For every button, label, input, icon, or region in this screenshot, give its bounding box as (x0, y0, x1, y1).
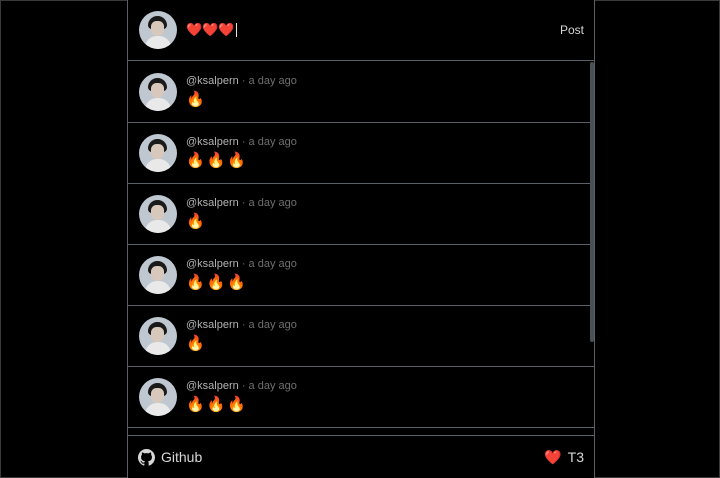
post-item: @ksalpern · a day ago 🔥🔥🔥 (128, 245, 594, 306)
avatar[interactable] (139, 134, 177, 172)
avatar[interactable] (139, 195, 177, 233)
post-handle[interactable]: @ksalpern (186, 380, 239, 392)
post-feed: @ksalpern · a day ago 🔥 @ksalpern · a da… (128, 62, 594, 434)
post-meta: @ksalpern · a day ago (186, 257, 297, 271)
post-meta: @ksalpern · a day ago (186, 196, 297, 210)
meta-separator: · (241, 380, 246, 392)
post-time: a day ago (248, 136, 297, 148)
avatar[interactable] (139, 256, 177, 294)
post-handle[interactable]: @ksalpern (186, 319, 239, 331)
text-caret (235, 23, 237, 37)
post-item: @ksalpern · a day ago 🔥 (128, 306, 594, 367)
github-label: Github (161, 449, 203, 465)
post-button[interactable]: Post (560, 21, 584, 39)
post-handle[interactable]: @ksalpern (186, 197, 239, 209)
github-icon (138, 448, 155, 466)
post-content: 🔥🔥🔥 (186, 274, 249, 291)
feed-scrollbar[interactable] (590, 62, 594, 342)
post-time: a day ago (248, 319, 297, 331)
post-meta: @ksalpern · a day ago (186, 135, 297, 149)
main-column: ❤️❤️❤️ Post @ksalpern · a day ago 🔥 @ksa… (127, 0, 595, 478)
composer-text: ❤️❤️❤️ (186, 22, 235, 37)
post-time: a day ago (248, 380, 297, 392)
meta-separator: · (241, 136, 246, 148)
post-content: 🔥 (186, 213, 207, 230)
post-item: @ksalpern · a day ago 🔥🔥🔥 (128, 123, 594, 184)
post-item: @ksalpern · a day ago 🔥 (128, 62, 594, 123)
footer: Github ❤️ T3 (128, 435, 594, 478)
post-content: 🔥 (186, 91, 207, 108)
heart-icon: ❤️ (544, 448, 562, 465)
composer-input[interactable]: ❤️❤️❤️ (186, 20, 560, 40)
post-handle[interactable]: @ksalpern (186, 75, 239, 87)
post-handle[interactable]: @ksalpern (186, 258, 239, 270)
avatar[interactable] (139, 378, 177, 416)
post-time: a day ago (248, 75, 297, 87)
meta-separator: · (241, 197, 246, 209)
post-content: 🔥 (186, 335, 207, 352)
post-composer: ❤️❤️❤️ Post (128, 0, 594, 61)
t3-link[interactable]: ❤️ T3 (544, 449, 584, 466)
github-link[interactable]: Github (138, 448, 203, 466)
post-time: a day ago (248, 258, 297, 270)
post-meta: @ksalpern · a day ago (186, 318, 297, 332)
post-item: @ksalpern · a day ago 🔥🔥🔥 (128, 367, 594, 428)
post-time: a day ago (248, 197, 297, 209)
post-handle[interactable]: @ksalpern (186, 136, 239, 148)
t3-label: T3 (567, 449, 584, 465)
avatar (139, 11, 177, 49)
post-meta: @ksalpern · a day ago (186, 74, 297, 88)
post-item: @ksalpern · a day ago 🔥 (128, 184, 594, 245)
avatar[interactable] (139, 73, 177, 111)
post-content: 🔥🔥🔥 (186, 152, 249, 169)
meta-separator: · (241, 258, 246, 270)
meta-separator: · (241, 319, 246, 331)
meta-separator: · (241, 75, 246, 87)
post-content: 🔥🔥🔥 (186, 396, 249, 413)
avatar[interactable] (139, 317, 177, 355)
post-meta: @ksalpern · a day ago (186, 379, 297, 393)
